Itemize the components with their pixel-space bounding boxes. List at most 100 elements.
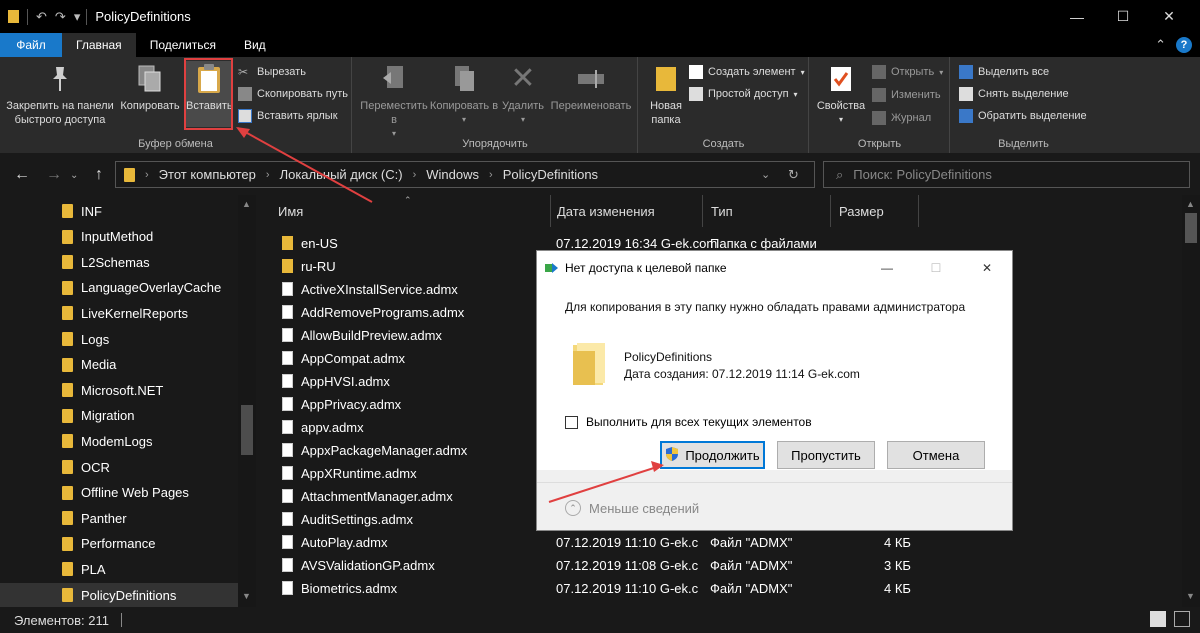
breadcrumb-local-disk[interactable]: Локальный диск (C:) <box>280 167 403 182</box>
nav-item[interactable]: Logs <box>62 327 109 351</box>
invert-selection-button[interactable]: Обратить выделение <box>959 109 1087 123</box>
new-folder-button[interactable]: Новая папка <box>643 61 689 127</box>
file-name: AppCompat.admx <box>301 351 406 366</box>
file-row[interactable]: AutoPlay.admx 07.12.2019 11:10 G-ek.c Файл… <box>258 531 1182 554</box>
scroll-down-icon[interactable]: ▼ <box>1186 591 1195 601</box>
collapse-ribbon-icon[interactable]: ⌃ <box>1155 37 1166 53</box>
breadcrumb-policydefinitions[interactable]: PolicyDefinitions <box>503 167 598 182</box>
open-button[interactable]: Открыть ▾ <box>872 65 943 79</box>
details-view-icon[interactable] <box>1150 611 1166 627</box>
chevron-right-icon[interactable]: › <box>145 169 149 181</box>
address-dropdown-icon[interactable]: ⌄ <box>761 168 770 181</box>
nav-item[interactable]: LiveKernelReports <box>62 301 188 325</box>
new-item-button[interactable]: Создать элемент ▾ <box>689 65 805 79</box>
edit-button[interactable]: Изменить <box>872 88 941 102</box>
invert-selection-icon <box>959 109 973 123</box>
nav-item[interactable]: Microsoft.NET <box>62 378 163 402</box>
checkbox-box[interactable] <box>565 415 578 429</box>
rename-button[interactable]: Переименовать <box>547 61 635 113</box>
separator <box>120 613 122 627</box>
column-header-type[interactable]: Тип <box>703 195 831 227</box>
dialog-close-button[interactable]: ✕ <box>964 251 1010 285</box>
nav-item[interactable]: ModemLogs <box>62 429 153 453</box>
file-row[interactable]: AVSValidationGP.admx 07.12.2019 11:08 G-e… <box>258 554 1182 577</box>
back-arrow-icon[interactable]: ← <box>14 166 30 184</box>
up-arrow-icon[interactable]: ↑ <box>95 166 103 184</box>
maximize-button[interactable]: ☐ <box>1100 0 1146 33</box>
nav-scrollbar-thumb[interactable] <box>241 405 253 455</box>
delete-button[interactable]: ✕ Удалить ▾ <box>501 61 545 127</box>
scroll-down-icon[interactable]: ▼ <box>242 591 251 601</box>
organize-group-label: Упорядочить <box>462 138 528 150</box>
fewer-details-toggle[interactable]: ⌃ Меньше сведений <box>565 500 699 516</box>
tab-home[interactable]: Главная <box>62 33 136 57</box>
properties-button[interactable]: Свойства ▾ <box>814 61 868 127</box>
easy-access-button[interactable]: Простой доступ ▾ <box>689 87 798 101</box>
column-header-name[interactable]: Имя <box>258 195 551 227</box>
recent-dropdown-icon[interactable]: ⌄ <box>70 170 78 181</box>
minimize-button[interactable]: — <box>1054 0 1100 33</box>
copy-path-button[interactable]: Скопировать путь <box>238 87 348 101</box>
nav-scrollbar[interactable]: ▲ ▼ <box>238 195 256 607</box>
select-all-button[interactable]: Выделить все <box>959 65 1049 79</box>
nav-item[interactable]: PLA <box>62 557 106 581</box>
nav-item[interactable]: Media <box>62 353 116 377</box>
cut-button[interactable]: ✂ Вырезать <box>238 65 306 79</box>
copy-to-label: Копировать в <box>429 100 499 112</box>
large-icons-view-icon[interactable] <box>1174 611 1190 627</box>
pin-quick-access-button[interactable]: Закрепить на панели быстрого доступа <box>6 61 114 127</box>
breadcrumb-windows[interactable]: Windows <box>426 167 479 182</box>
nav-item[interactable]: LanguageOverlayCache <box>62 276 221 300</box>
nav-item[interactable]: Migration <box>62 404 134 428</box>
refresh-icon[interactable]: ↻ <box>788 167 799 183</box>
tab-view[interactable]: Вид <box>230 33 280 57</box>
redo-icon[interactable]: ↷ <box>55 9 66 25</box>
breadcrumb-this-pc[interactable]: Этот компьютер <box>159 167 256 182</box>
column-header-date[interactable]: Дата изменения <box>551 195 703 227</box>
column-type-label: Тип <box>711 203 733 219</box>
customize-dropdown-icon[interactable]: ▾ <box>74 9 81 25</box>
list-scrollbar-thumb[interactable] <box>1185 213 1197 243</box>
history-button[interactable]: Журнал <box>872 111 931 125</box>
nav-item[interactable]: INF <box>62 199 102 223</box>
close-button[interactable]: ✕ <box>1146 0 1192 33</box>
continue-button[interactable]: Продолжить <box>660 441 765 469</box>
file-date: 07.12.2019 11:10 G-ek.c <box>556 581 699 596</box>
search-input[interactable]: ⌕ Поиск: PolicyDefinitions <box>823 161 1190 188</box>
ribbon-tabs: Файл Главная Поделиться Вид ⌃ ? <box>0 33 1200 57</box>
nav-item[interactable]: PolicyDefinitions <box>0 583 238 607</box>
column-header-size[interactable]: Размер <box>831 195 919 227</box>
nav-item[interactable]: InputMethod <box>62 225 153 249</box>
cancel-button[interactable]: Отмена <box>887 441 985 469</box>
copy-to-button[interactable]: Копировать в ▾ <box>429 61 499 127</box>
nav-item[interactable]: Performance <box>62 532 155 556</box>
apply-all-checkbox[interactable]: Выполнить для всех текущих элементов <box>565 415 812 429</box>
help-icon[interactable]: ? <box>1176 37 1192 53</box>
nav-item[interactable]: L2Schemas <box>62 250 150 274</box>
dialog-minimize-button[interactable]: — <box>864 251 910 285</box>
scroll-up-icon[interactable]: ▲ <box>1186 199 1195 209</box>
file-row[interactable]: Biometrics.admx 07.12.2019 11:10 G-ek.c Фа… <box>258 577 1182 600</box>
select-none-button[interactable]: Снять выделение <box>959 87 1069 101</box>
tab-file[interactable]: Файл <box>0 33 62 57</box>
undo-icon[interactable]: ↶ <box>36 9 47 25</box>
list-scrollbar[interactable]: ▲ ▼ <box>1182 195 1200 607</box>
file-type: Файл "ADMX" <box>710 535 793 550</box>
chevron-right-icon[interactable]: › <box>413 169 417 181</box>
forward-arrow-icon[interactable]: → <box>46 166 62 184</box>
move-to-button[interactable]: Переместить в ▾ <box>359 61 429 141</box>
tab-share[interactable]: Поделиться <box>136 33 230 57</box>
file-name: AddRemovePrograms.admx <box>301 305 465 320</box>
pin-label: Закрепить на панели быстрого доступа <box>6 100 114 126</box>
scroll-up-icon[interactable]: ▲ <box>242 199 251 209</box>
address-field[interactable]: › Этот компьютер › Локальный диск (C:) ›… <box>115 161 815 188</box>
copy-button[interactable]: Копировать <box>118 61 182 113</box>
paste-shortcut-button[interactable]: Вставить ярлык <box>238 109 338 123</box>
nav-item[interactable]: Offline Web Pages <box>62 481 189 505</box>
skip-button[interactable]: Пропустить <box>777 441 875 469</box>
nav-item[interactable]: Panther <box>62 506 127 530</box>
dialog-maximize-button[interactable]: ☐ <box>913 251 959 285</box>
nav-item[interactable]: OCR <box>62 455 110 479</box>
chevron-right-icon[interactable]: › <box>266 169 270 181</box>
chevron-right-icon[interactable]: › <box>489 169 493 181</box>
